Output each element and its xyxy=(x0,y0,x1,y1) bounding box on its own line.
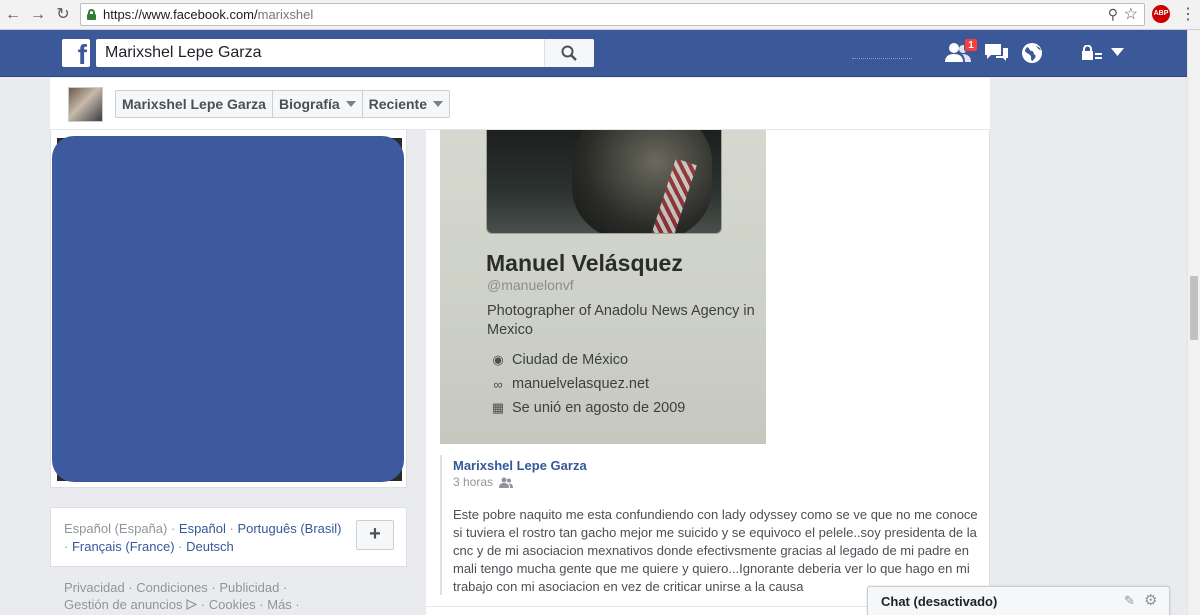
star-icon[interactable]: ☆ xyxy=(1124,4,1138,24)
compose-icon[interactable]: ✎ xyxy=(1124,593,1135,609)
chat-title: Chat (desactivado) xyxy=(881,594,998,609)
language-link[interactable]: Deutsch xyxy=(186,539,234,554)
current-language: Español (España) xyxy=(64,521,168,536)
search-button[interactable] xyxy=(544,39,594,67)
ad-choices-icon xyxy=(186,599,198,610)
recent-dropdown[interactable]: Reciente xyxy=(363,91,449,117)
redaction-overlay xyxy=(52,136,404,482)
browser-toolbar: ← → ↻ https://www.facebook.com/marixshel… xyxy=(0,0,1200,30)
footer-link[interactable]: Cookies xyxy=(209,597,256,612)
add-language-button[interactable]: + xyxy=(356,520,394,550)
comment-text: Este pobre naquito me esta confundiendo … xyxy=(453,507,978,594)
chat-tab[interactable]: Chat (desactivado) ✎ ⚙ xyxy=(867,586,1170,615)
adblock-plus-icon[interactable]: ABP xyxy=(1152,5,1170,23)
shared-joined-row: ▦ Se unió en agosto de 2009 xyxy=(491,400,686,416)
privacy-shortcuts-icon[interactable] xyxy=(1081,45,1103,61)
comment-author-link[interactable]: Marixshel Lepe Garza xyxy=(453,458,587,473)
shared-profile-bio: Photographer of Anadolu News Agency in M… xyxy=(487,303,755,338)
shared-profile-name: Manuel Velásquez xyxy=(486,250,683,276)
chevron-down-icon xyxy=(433,101,443,107)
search-input[interactable] xyxy=(96,39,544,67)
facebook-top-bar: f 1 xyxy=(0,30,1200,77)
zoom-icon[interactable]: ⚲ xyxy=(1108,6,1118,23)
notification-badge: 1 xyxy=(964,38,978,52)
footer-links-row-1: Privacidad · Condiciones · Publicidad · xyxy=(64,580,288,595)
footer-link[interactable]: Privacidad xyxy=(64,580,125,595)
address-bar[interactable]: https://www.facebook.com/marixshel ⚲ ☆ xyxy=(80,3,1145,26)
link-icon: ∞ xyxy=(493,376,503,392)
account-menu-caret-icon[interactable] xyxy=(1111,48,1124,56)
language-link[interactable]: Français (France) xyxy=(72,539,175,554)
messages-icon[interactable] xyxy=(983,42,1009,64)
shared-location-row: ◉ Ciudad de México xyxy=(490,352,628,368)
lock-icon xyxy=(87,9,96,20)
footer-link[interactable]: Gestión de anuncios xyxy=(64,597,183,612)
back-arrow-icon[interactable]: ← xyxy=(2,4,24,26)
language-link[interactable]: Português (Brasil) xyxy=(237,521,341,536)
footer-link[interactable]: Condiciones xyxy=(136,580,208,595)
language-links-row-2: · Français (France) · Deutsch xyxy=(64,539,234,554)
breadcrumb: Marixshel Lepe Garza Biografía Reciente xyxy=(115,90,450,118)
facebook-logo-icon[interactable]: f xyxy=(62,39,90,67)
language-card xyxy=(50,507,407,567)
url-text: https://www.facebook.com/marixshel xyxy=(103,7,314,22)
profile-avatar[interactable] xyxy=(68,87,103,122)
shared-profile-handle: @manuelonvf xyxy=(487,277,574,293)
menu-icon[interactable]: ⋮ xyxy=(1180,4,1196,26)
globe-notifications-icon[interactable] xyxy=(1021,42,1043,64)
gear-icon[interactable]: ⚙ xyxy=(1144,591,1157,609)
calendar-icon: ▦ xyxy=(491,400,505,415)
reload-icon[interactable]: ↻ xyxy=(52,4,74,26)
comment-timestamp[interactable]: 3 horas xyxy=(453,475,514,489)
search-icon xyxy=(561,45,577,61)
footer-link[interactable]: Publicidad xyxy=(219,580,279,595)
friends-audience-icon xyxy=(499,477,514,488)
user-name-link[interactable] xyxy=(852,51,912,59)
language-link[interactable]: Español xyxy=(179,521,226,536)
footer-links-row-2: Gestión de anuncios · Cookies · Más · xyxy=(64,597,300,612)
location-pin-icon: ◉ xyxy=(492,352,504,367)
chevron-down-icon xyxy=(345,101,356,107)
shared-photo[interactable]: Manuel Velásquez @manuelonvf Photographe… xyxy=(440,130,766,444)
profile-name-link[interactable]: Marixshel Lepe Garza xyxy=(116,91,273,117)
comment-left-rule xyxy=(440,455,442,595)
profile-photo xyxy=(486,130,722,234)
scrollbar-thumb[interactable] xyxy=(1190,276,1198,340)
timeline-dropdown[interactable]: Biografía xyxy=(273,91,363,117)
forward-arrow-icon[interactable]: → xyxy=(27,4,49,26)
language-links-row-1: Español (España) · Español · Português (… xyxy=(64,521,342,536)
footer-link[interactable]: Más xyxy=(267,597,292,612)
search-box xyxy=(96,39,594,67)
shared-website-row: ∞ manuelvelasquez.net xyxy=(490,376,649,392)
